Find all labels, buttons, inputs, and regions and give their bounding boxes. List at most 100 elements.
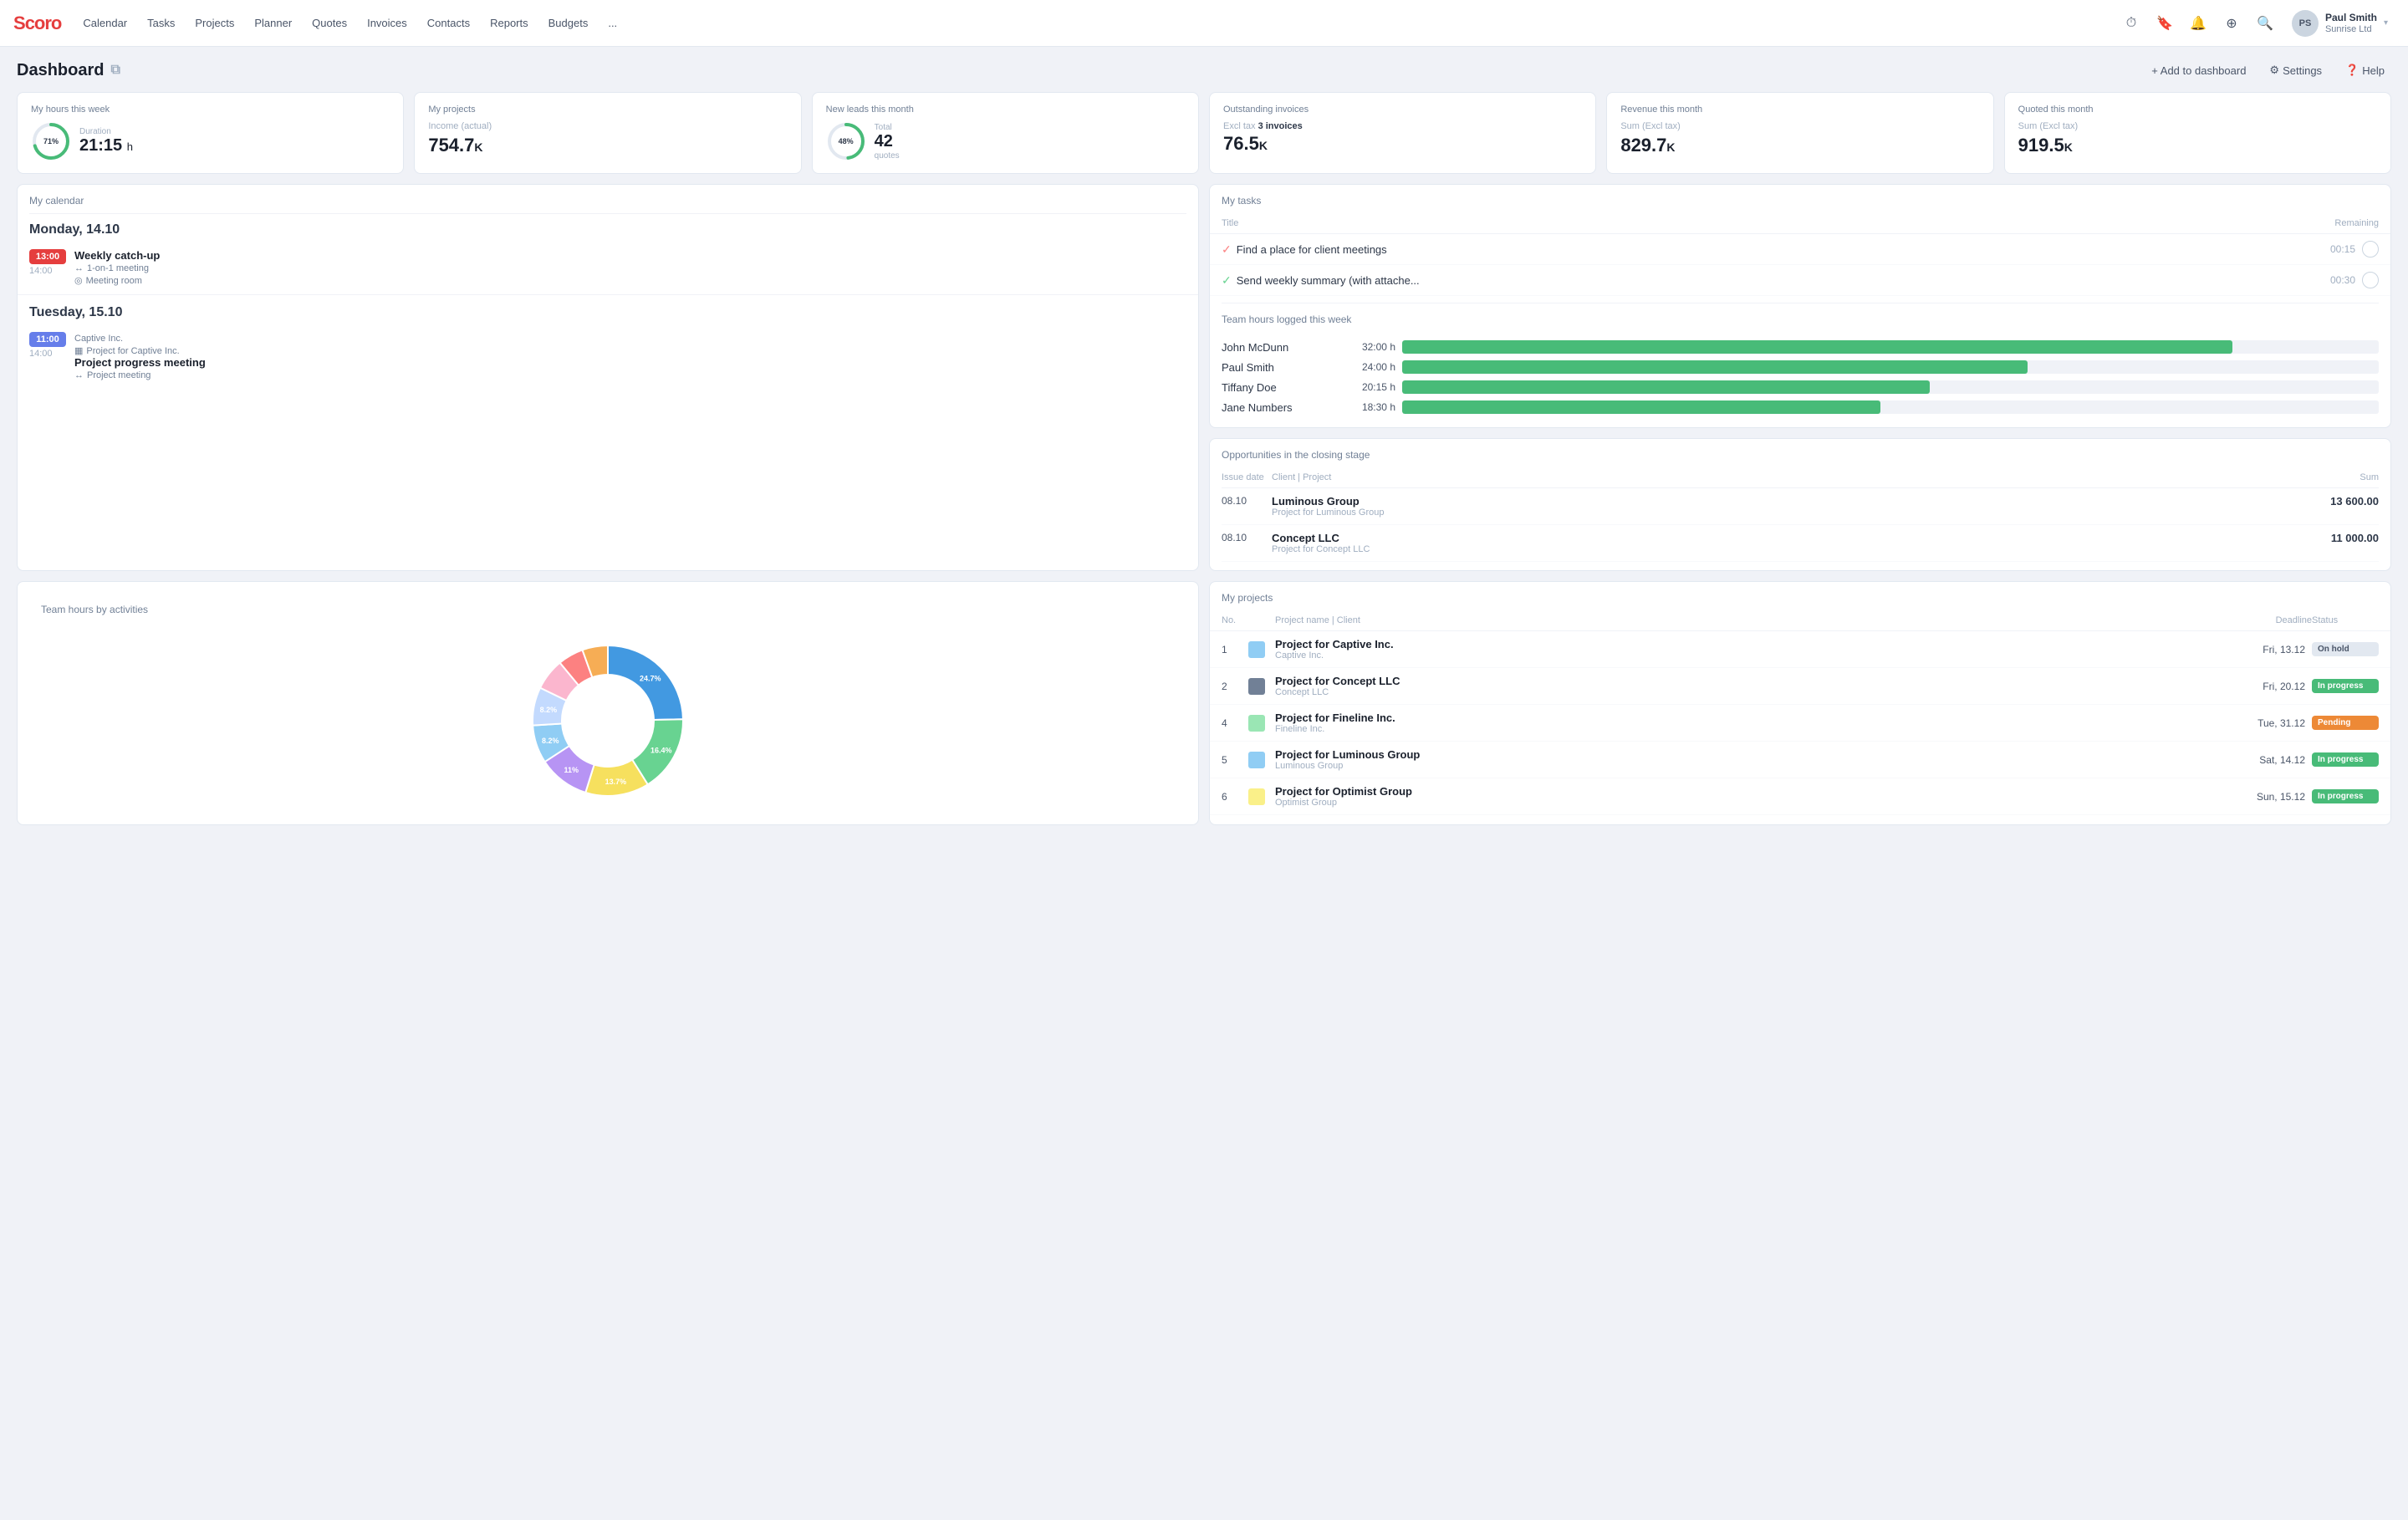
calendar-panel: My calendar Monday, 14.10 13:00 14:00 We… <box>17 184 1199 571</box>
add-to-dashboard-button[interactable]: + Add to dashboard <box>2145 61 2252 80</box>
projects-title: My projects <box>1210 582 2390 610</box>
bottom-grid: Team hours by activities 24.7%16.4%13.7%… <box>17 581 2391 825</box>
page: Dashboard ⧉ + Add to dashboard ⚙ Setting… <box>0 47 2408 839</box>
svg-text:24.7%: 24.7% <box>640 674 661 682</box>
main-grid: My calendar Monday, 14.10 13:00 14:00 We… <box>17 184 2391 571</box>
help-icon: ❓ <box>2345 64 2359 77</box>
status-badge: On hold <box>2312 642 2379 656</box>
nav-quotes[interactable]: Quotes <box>304 12 355 34</box>
opp-row: 08.10 Concept LLC Project for Concept LL… <box>1222 525 2379 562</box>
nav-right: ⏱ 🔖 🔔 ⊕ 🔍 PS Paul Smith Sunrise Ltd ▾ <box>2118 7 2395 40</box>
project-icon <box>1248 678 1265 695</box>
add-icon[interactable]: ⊕ <box>2218 10 2245 37</box>
cal-event-1: 11:00 14:00 Captive Inc. ▦ Project for C… <box>18 327 1198 385</box>
user-menu[interactable]: PS Paul Smith Sunrise Ltd ▾ <box>2285 7 2395 40</box>
cal-event-0: 13:00 14:00 Weekly catch-up ↔ 1-on-1 mee… <box>18 244 1198 291</box>
svg-text:16.4%: 16.4% <box>650 747 672 755</box>
svg-text:11%: 11% <box>564 766 579 774</box>
task-row: ✓ Find a place for client meetings 00:15 <box>1210 234 2390 265</box>
svg-text:8.2%: 8.2% <box>542 737 559 745</box>
stat-card-hours: My hours this week 71% Duration 21:15 h <box>17 92 404 174</box>
pie-container: 24.7% 16.4% 13.7% 11% 8.2% 8.2% <box>29 629 1186 813</box>
stat-card-revenue: Revenue this month Sum (Excl tax) 829.7K <box>1606 92 1993 174</box>
team-member-row: Paul Smith 24:00 h <box>1222 360 2379 374</box>
project-row: 2 Project for Concept LLC Concept LLC Fr… <box>1210 668 2390 705</box>
project-row: 4 Project for Fineline Inc. Fineline Inc… <box>1210 705 2390 742</box>
settings-button[interactable]: ⚙ Settings <box>2263 60 2329 80</box>
svg-text:8.2%: 8.2% <box>540 706 558 714</box>
status-badge: In progress <box>2312 752 2379 767</box>
project-icon <box>1248 641 1265 658</box>
projects-panel: My projects No. Project name | Client De… <box>1209 581 2391 825</box>
project-icon <box>1248 715 1265 732</box>
project-icon <box>1248 752 1265 768</box>
nav-more[interactable]: ... <box>599 12 625 34</box>
projects-table: No. Project name | Client Deadline Statu… <box>1210 610 2390 815</box>
nav-planner[interactable]: Planner <box>246 12 300 34</box>
meeting-icon: ↔ <box>74 370 84 380</box>
nav-calendar[interactable]: Calendar <box>74 12 135 34</box>
stat-card-invoices: Outstanding invoices Excl tax 3 invoices… <box>1209 92 1596 174</box>
search-icon[interactable]: 🔍 <box>2252 10 2278 37</box>
opp-row: 08.10 Luminous Group Project for Luminou… <box>1222 488 2379 525</box>
project-row: 5 Project for Luminous Group Luminous Gr… <box>1210 742 2390 778</box>
logo[interactable]: Scoro <box>13 13 61 34</box>
stat-card-projects: My projects Income (actual) 754.7K <box>414 92 801 174</box>
project-icon: ▦ <box>74 345 83 356</box>
hours-progress-circle: 71% <box>31 121 71 161</box>
nav-tasks[interactable]: Tasks <box>139 12 183 34</box>
stat-card-quoted: Quoted this month Sum (Excl tax) 919.5K <box>2004 92 2391 174</box>
stat-hours-label: My hours this week <box>31 105 390 115</box>
team-hours-title: Team hours logged this week <box>1210 303 2390 332</box>
help-button[interactable]: ❓ Help <box>2339 60 2391 80</box>
stat-card-leads: New leads this month 48% Total 42 quotes <box>812 92 1199 174</box>
task-row: ✓ Send weekly summary (with attache... 0… <box>1210 265 2390 296</box>
status-badge: In progress <box>2312 679 2379 693</box>
cal-date-monday: Monday, 14.10 <box>18 214 1198 244</box>
bookmark-icon[interactable]: 🔖 <box>2151 10 2178 37</box>
right-panels: My tasks Title Remaining ✓ Find a place … <box>1209 184 2391 571</box>
status-badge: In progress <box>2312 789 2379 803</box>
nav-projects[interactable]: Projects <box>186 12 242 34</box>
location-icon: ◎ <box>74 275 83 286</box>
calendar-title: My calendar <box>18 185 1198 213</box>
project-row: 6 Project for Optimist Group Optimist Gr… <box>1210 778 2390 815</box>
avatar: PS <box>2292 10 2319 37</box>
task-complete-button[interactable] <box>2362 272 2379 288</box>
timer-icon[interactable]: ⏱ <box>2118 10 2145 37</box>
nav-reports[interactable]: Reports <box>482 12 537 34</box>
task-check-icon: ✓ <box>1222 273 1232 288</box>
nav-budgets[interactable]: Budgets <box>540 12 597 34</box>
filter-icon[interactable]: ⧉ <box>110 63 120 78</box>
cal-date-tuesday: Tuesday, 15.10 <box>18 294 1198 327</box>
page-actions: + Add to dashboard ⚙ Settings ❓ Help <box>2145 60 2391 80</box>
nav-contacts[interactable]: Contacts <box>419 12 478 34</box>
navbar: Scoro Calendar Tasks Projects Planner Qu… <box>0 0 2408 47</box>
team-member-row: John McDunn 32:00 h <box>1222 340 2379 354</box>
bell-icon[interactable]: 🔔 <box>2185 10 2212 37</box>
tasks-team-panel: My tasks Title Remaining ✓ Find a place … <box>1209 184 2391 428</box>
project-icon <box>1248 788 1265 805</box>
task-check-icon: ✓ <box>1222 242 1232 257</box>
tasks-header: Title Remaining <box>1210 213 2390 234</box>
svg-text:13.7%: 13.7% <box>605 778 627 786</box>
nav-invoices[interactable]: Invoices <box>359 12 416 34</box>
projects-header: No. Project name | Client Deadline Statu… <box>1210 610 2390 631</box>
stat-cards: My hours this week 71% Duration 21:15 h <box>17 92 2391 174</box>
team-member-row: Jane Numbers 18:30 h <box>1222 400 2379 414</box>
leads-progress-circle: 48% <box>826 121 866 161</box>
donut-chart: 24.7% 16.4% 13.7% 11% 8.2% 8.2% <box>516 629 700 813</box>
opp-table: Issue date Client | Project Sum 08.10 Lu… <box>1210 467 2390 570</box>
opp-header: Issue date Client | Project Sum <box>1222 467 2379 488</box>
page-title: Dashboard ⧉ <box>17 61 120 80</box>
project-row: 1 Project for Captive Inc. Captive Inc. … <box>1210 631 2390 668</box>
opportunities-panel: Opportunities in the closing stage Issue… <box>1209 438 2391 571</box>
opp-title: Opportunities in the closing stage <box>1210 439 2390 467</box>
task-complete-button[interactable] <box>2362 241 2379 258</box>
chevron-down-icon: ▾ <box>2384 18 2388 28</box>
user-name: Paul Smith <box>2325 12 2377 25</box>
gear-icon: ⚙ <box>2269 64 2279 77</box>
status-badge: Pending <box>2312 716 2379 730</box>
page-header: Dashboard ⧉ + Add to dashboard ⚙ Setting… <box>17 60 2391 80</box>
user-company: Sunrise Ltd <box>2325 24 2377 34</box>
